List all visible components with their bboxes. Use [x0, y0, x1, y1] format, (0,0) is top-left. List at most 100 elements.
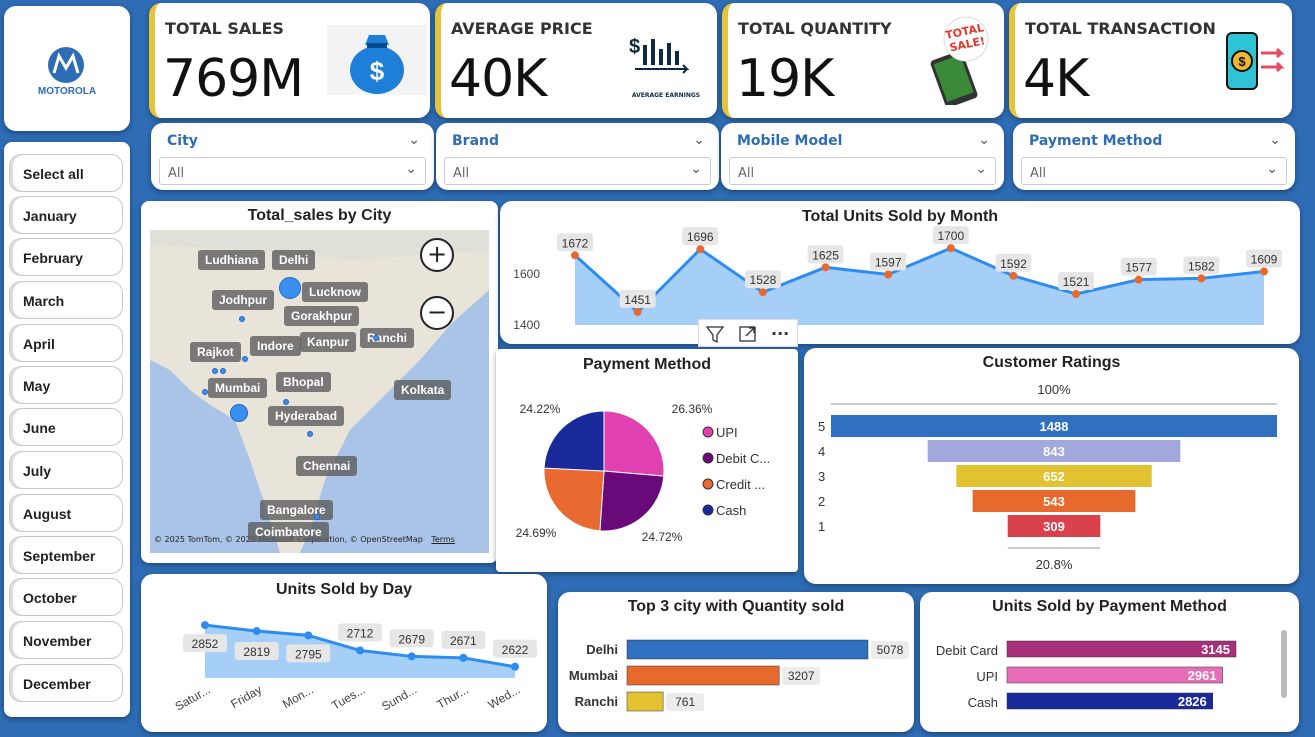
map-bubble[interactable]: [283, 399, 289, 405]
map-bubble[interactable]: [239, 316, 245, 322]
day-area-chart: 2852 Satur... 2819 Friday 2795 Mon... 2712 Tues…: [173, 621, 537, 714]
month-label: December: [23, 676, 91, 692]
filter-icon[interactable]: [703, 322, 727, 346]
map-area[interactable]: + − © 2025 TomTom, © 2025 Microsoft Corp…: [150, 230, 489, 553]
map-bubble[interactable]: [314, 514, 320, 520]
slicer-dropdown[interactable]: All ⌄: [729, 157, 996, 185]
data-point: [201, 621, 209, 630]
map-city-label[interactable]: Bangalore: [260, 500, 333, 520]
terms-link[interactable]: Terms: [431, 535, 455, 544]
map-bubble[interactable]: [220, 368, 226, 374]
kpi-value: 40K: [449, 49, 547, 109]
data-point: [252, 627, 261, 636]
month-july[interactable]: July: [9, 451, 123, 489]
map-bubble[interactable]: [230, 404, 248, 422]
focus-mode-icon[interactable]: [736, 322, 760, 346]
map-city-label[interactable]: Bhopal: [276, 372, 331, 392]
city-bar-chart: Delhi 5078 Mumbai 3207 Ranchi 761: [569, 639, 909, 712]
bar-value-label: 309: [1043, 519, 1065, 534]
chevron-down-icon: ⌄: [1266, 161, 1278, 177]
month-march[interactable]: March: [9, 281, 123, 319]
map-city-label[interactable]: Delhi: [272, 250, 316, 270]
map-city-label[interactable]: Jodhpur: [212, 290, 274, 310]
scrollbar[interactable]: [1281, 630, 1287, 698]
pie-slice: [599, 470, 665, 532]
map-city-label[interactable]: Ludhiana: [198, 250, 266, 270]
data-label: 1592: [1000, 257, 1027, 271]
map-city-label[interactable]: Hyderabad: [268, 406, 345, 426]
map-city-label[interactable]: Kanpur: [300, 332, 356, 352]
bar-value-label: 5078: [877, 643, 904, 657]
month-june[interactable]: June: [9, 408, 123, 446]
kpi-title: AVERAGE PRICE: [451, 19, 593, 38]
month-january[interactable]: January: [9, 196, 123, 234]
slicer-dropdown[interactable]: All ⌄: [159, 157, 426, 185]
map-city-label[interactable]: Gorakhpur: [284, 306, 360, 326]
map-city-label[interactable]: Rajkot: [190, 342, 241, 362]
motorola-logo: [48, 47, 84, 83]
map-city-label[interactable]: Lucknow: [302, 282, 369, 302]
slice-label: 24.22%: [520, 402, 561, 416]
bar-value-label: 3207: [788, 669, 815, 683]
data-label: 2712: [347, 626, 374, 640]
map-bubble[interactable]: [373, 335, 379, 341]
map-city-label[interactable]: Chennai: [296, 456, 358, 476]
slicer-title: City: [167, 133, 198, 149]
map-city-label[interactable]: Indore: [250, 336, 301, 356]
data-point: [1072, 289, 1081, 298]
month-december[interactable]: December: [9, 664, 123, 702]
map-bubble[interactable]: [202, 389, 208, 395]
data-point: [511, 662, 519, 671]
map-city-label[interactable]: Mumbai: [208, 378, 268, 398]
map-bubble[interactable]: [242, 356, 248, 362]
map-city-label[interactable]: Coimbatore: [248, 522, 329, 542]
slicer-dropdown[interactable]: All ⌄: [1021, 157, 1287, 185]
units-by-month-card: Total Units Sold by Month 1400 1600 1672 14…: [500, 201, 1300, 344]
month-label: June: [23, 420, 56, 436]
slicer-mobile-model[interactable]: Mobile Model ⌄ All ⌄: [721, 123, 1004, 190]
month-label: November: [23, 633, 92, 649]
slicer-brand[interactable]: Brand ⌄ All ⌄: [436, 123, 719, 190]
map-bubble[interactable]: [279, 277, 301, 299]
bar-value-label: 2826: [1178, 694, 1207, 709]
slicer-payment-method[interactable]: Payment Method ⌄ All ⌄: [1013, 123, 1295, 190]
chart-title: Total_sales by City: [247, 207, 392, 224]
slicer-city[interactable]: City ⌄ All ⌄: [151, 123, 434, 190]
average-earnings-icon: $: [629, 36, 690, 74]
zoom-out-button[interactable]: −: [420, 296, 454, 330]
slicer-dropdown[interactable]: All ⌄: [444, 157, 711, 185]
zoom-in-button[interactable]: +: [420, 238, 454, 272]
chevron-down-icon[interactable]: ⌄: [1269, 132, 1281, 148]
chevron-down-icon[interactable]: ⌄: [978, 132, 990, 148]
data-label: 1696: [687, 230, 714, 244]
mobile-payment-icon: $: [1226, 32, 1285, 90]
more-options-button[interactable]: ···: [771, 324, 789, 343]
map-city-label[interactable]: Ranchi: [360, 328, 415, 348]
map-bubble[interactable]: [212, 368, 218, 374]
month-may[interactable]: May: [9, 366, 123, 404]
month-select-all[interactable]: Select all: [9, 154, 123, 192]
funnel-top-label: 100%: [1037, 382, 1071, 397]
x-tick-label: Thur...: [434, 682, 470, 711]
month-april[interactable]: April: [9, 324, 123, 362]
month-october[interactable]: October: [9, 578, 123, 616]
month-label: September: [23, 548, 96, 564]
data-point: [758, 288, 767, 297]
month-august[interactable]: August: [9, 494, 123, 532]
map-bubble[interactable]: [307, 431, 313, 437]
chevron-down-icon[interactable]: ⌄: [693, 132, 705, 148]
bar-value-label: 543: [1043, 494, 1065, 509]
svg-text:$: $: [370, 56, 385, 86]
bar-value-label: 843: [1043, 444, 1065, 459]
category-label: 4: [818, 444, 825, 459]
map-city-label[interactable]: Kolkata: [394, 380, 452, 400]
kpi-average-price: AVERAGE PRICE 40K $ AVERAGE EARNINGS: [435, 3, 717, 118]
data-point: [946, 244, 955, 253]
chevron-down-icon: ⌄: [975, 161, 987, 177]
money-bag-icon: $: [327, 25, 427, 95]
chevron-down-icon[interactable]: ⌄: [408, 132, 420, 148]
month-september[interactable]: September: [9, 536, 123, 574]
data-label: 1672: [562, 236, 589, 250]
month-november[interactable]: November: [9, 621, 123, 659]
month-february[interactable]: February: [9, 238, 123, 276]
